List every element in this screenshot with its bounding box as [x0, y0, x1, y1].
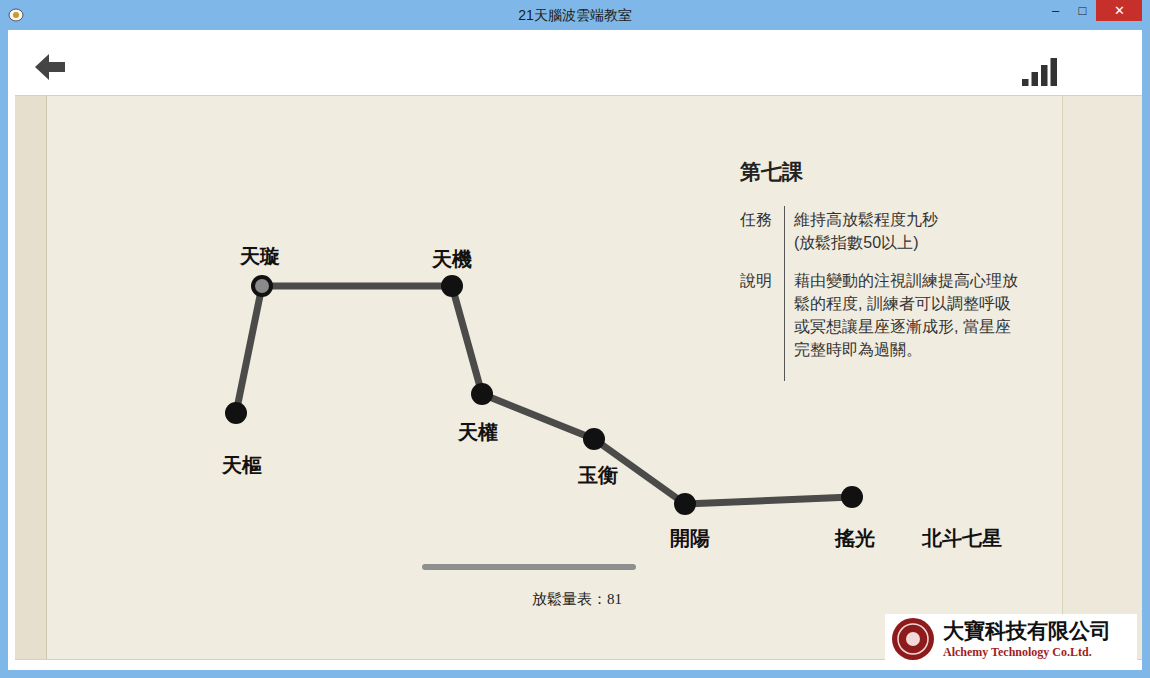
company-emblem-icon: [891, 617, 935, 661]
constellation-title: 北斗七星: [922, 528, 1002, 548]
left-roller: [15, 96, 47, 659]
star: [441, 275, 463, 297]
star-label: 天機: [432, 249, 472, 269]
window-title: 21天腦波雲端教室: [0, 5, 1150, 26]
star-label: 玉衡: [578, 465, 618, 485]
constellation-line: [236, 286, 262, 413]
star: [225, 402, 247, 424]
constellation-line: [452, 286, 482, 394]
app-window: 21天腦波雲端教室‒□✕ 天樞 天璇 天機天權玉衡開陽 搖光 北斗七星 第七課任務說明維持高…: [0, 0, 1150, 678]
header: [8, 30, 1142, 95]
scroll-paper: 天樞 天璇 天機天權玉衡開陽 搖光 北斗七星 第七課任務說明維持高放鬆程度九秒(放鬆指數5…: [15, 95, 1142, 660]
company-name: 大寶科技有限公司: [943, 618, 1111, 644]
desc-label: 說明: [740, 269, 772, 292]
company-logo: 大寶科技有限公司Alchemy Technology Co.Ltd.: [885, 614, 1137, 664]
star: [471, 383, 493, 405]
minimize-button[interactable]: ‒: [1042, 0, 1069, 21]
star-label: 天權: [458, 422, 498, 442]
title-bar: 21天腦波雲端教室‒□✕: [0, 0, 1150, 30]
constellation: [15, 96, 1140, 661]
star-label: 天樞: [222, 455, 262, 475]
lesson-panel: 第七課任務說明維持高放鬆程度九秒(放鬆指數50以上) 藉由變動的注視訓練提高心理放…: [740, 156, 1018, 381]
meter-track: [422, 564, 686, 572]
task-text: 維持高放鬆程度九秒(放鬆指數50以上): [794, 208, 1018, 254]
star: [674, 493, 696, 515]
task-label: 任務: [740, 208, 772, 231]
constellation-line: [482, 394, 594, 439]
relax-meter: 放鬆量表：81: [422, 564, 762, 611]
lesson-title: 第七課: [740, 156, 1018, 188]
company-english: Alchemy Technology Co.Ltd.: [943, 645, 1111, 660]
constellation-line: [685, 497, 852, 504]
star: [583, 428, 605, 450]
star: [841, 486, 863, 508]
signal-icon: [1022, 58, 1058, 86]
app-icon: [8, 7, 24, 23]
right-roller: [1062, 96, 1142, 659]
meter-reading: 放鬆量表：81: [414, 588, 622, 611]
star-label: 開陽: [670, 528, 710, 548]
content: 天樞 天璇 天機天權玉衡開陽 搖光 北斗七星 第七課任務說明維持高放鬆程度九秒(放鬆指數5…: [8, 30, 1142, 670]
close-button[interactable]: ✕: [1096, 0, 1142, 21]
star-label: 搖光: [835, 528, 875, 548]
star: [251, 275, 273, 297]
desc-text: 藉由變動的注視訓練提高心理放鬆的程度, 訓練者可以調整呼吸或冥想讓星座逐漸成形,…: [794, 269, 1018, 361]
constellation-line: [262, 283, 452, 290]
meter-fill: [422, 564, 636, 570]
back-arrow-icon[interactable]: [35, 52, 65, 82]
maximize-button[interactable]: □: [1069, 0, 1096, 21]
star-label: 天璇: [240, 246, 280, 266]
